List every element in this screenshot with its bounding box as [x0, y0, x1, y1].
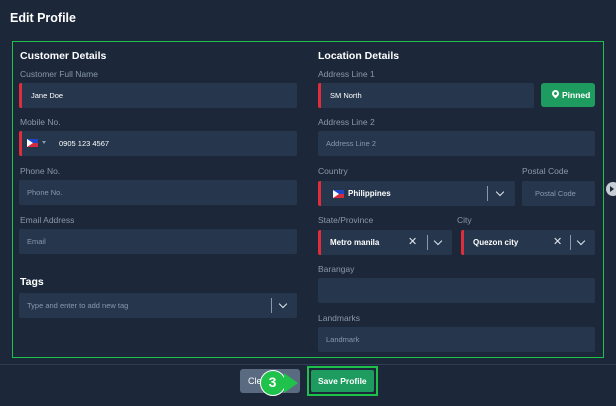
address1-input[interactable]: SM North: [318, 83, 534, 108]
pinned-label: Pinned: [562, 90, 591, 100]
country-value: Philippines: [348, 189, 391, 198]
country-code-dropdown-icon[interactable]: [42, 141, 46, 144]
landmarks-label: Landmarks: [318, 313, 361, 323]
chevron-down-icon[interactable]: [433, 236, 443, 246]
address2-input[interactable]: Address Line 2: [318, 131, 595, 156]
step-indicator: 3: [260, 370, 300, 396]
philippines-flag-icon[interactable]: [27, 139, 38, 147]
mobile-value: 0905 123 4567: [59, 139, 110, 148]
tags-input[interactable]: Type and enter to add new tag: [19, 293, 297, 318]
map-pin-icon: [550, 88, 561, 99]
province-select[interactable]: Metro manila ✕: [318, 230, 452, 255]
tags-title: Tags: [20, 276, 44, 288]
email-placeholder: Email: [27, 237, 46, 246]
email-label: Email Address: [20, 215, 75, 225]
full-name-value: Jane Doe: [31, 91, 64, 100]
mobile-input[interactable]: 0905 123 4567: [19, 131, 297, 156]
city-separator: [570, 235, 571, 250]
address1-label: Address Line 1: [318, 69, 375, 79]
city-value: Quezon city: [473, 238, 519, 247]
address1-value: SM North: [330, 91, 362, 100]
country-separator: [487, 186, 488, 201]
customer-details-title: Customer Details: [20, 50, 107, 62]
chevron-right-icon[interactable]: [606, 182, 616, 196]
save-label: Save Profile: [318, 376, 367, 386]
chevron-down-icon[interactable]: [278, 299, 288, 309]
clear-icon[interactable]: ✕: [553, 235, 562, 248]
barangay-label: Barangay: [318, 264, 355, 274]
postal-label: Postal Code: [522, 166, 569, 176]
chevron-down-icon[interactable]: [495, 187, 505, 197]
landmarks-input[interactable]: Landmark: [318, 327, 595, 352]
pinned-button[interactable]: Pinned: [541, 83, 595, 107]
phone-input[interactable]: Phone No.: [19, 180, 297, 205]
chevron-down-icon[interactable]: [576, 236, 586, 246]
clear-icon[interactable]: ✕: [408, 235, 417, 248]
province-separator: [427, 235, 428, 250]
country-select[interactable]: Philippines: [318, 181, 515, 206]
province-label: State/Province: [318, 215, 374, 225]
province-value: Metro manila: [330, 238, 380, 247]
footer-divider: [0, 364, 616, 365]
philippines-flag-icon: [333, 190, 344, 198]
address2-label: Address Line 2: [318, 117, 375, 127]
postal-input[interactable]: Postal Code: [522, 181, 595, 206]
address2-placeholder: Address Line 2: [326, 139, 377, 148]
page-title: Edit Profile: [10, 11, 76, 25]
save-profile-button[interactable]: Save Profile: [311, 370, 374, 392]
landmarks-placeholder: Landmark: [326, 335, 360, 344]
city-label: City: [457, 215, 472, 225]
mobile-label: Mobile No.: [20, 117, 61, 127]
tags-separator: [271, 298, 272, 313]
arrow-right-icon: [284, 373, 298, 393]
full-name-label: Customer Full Name: [20, 69, 98, 79]
phone-label: Phone No.: [20, 166, 61, 176]
barangay-input[interactable]: [318, 278, 595, 303]
email-input[interactable]: Email: [19, 229, 297, 254]
city-select[interactable]: Quezon city ✕: [461, 230, 595, 255]
tags-placeholder: Type and enter to add new tag: [27, 301, 129, 310]
header: Edit Profile: [0, 0, 616, 34]
step-number: 3: [268, 374, 277, 390]
step-circle: 3: [260, 370, 286, 396]
country-label: Country: [318, 166, 348, 176]
postal-placeholder: Postal Code: [535, 189, 576, 198]
location-details-title: Location Details: [318, 50, 400, 62]
full-name-input[interactable]: Jane Doe: [19, 83, 297, 108]
phone-placeholder: Phone No.: [27, 188, 63, 197]
